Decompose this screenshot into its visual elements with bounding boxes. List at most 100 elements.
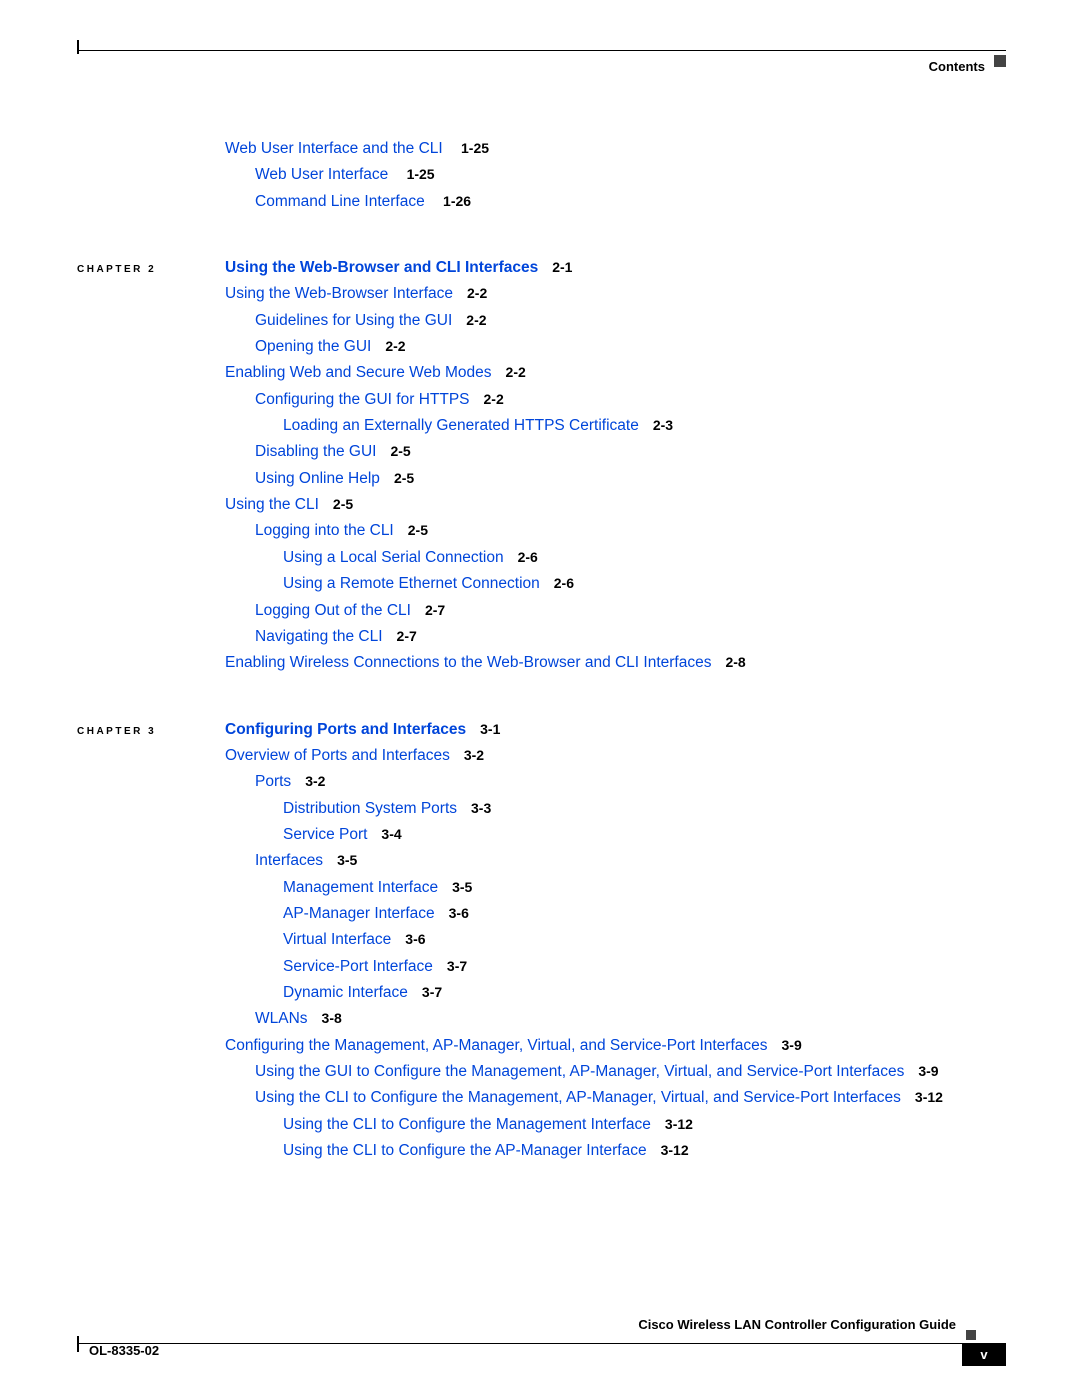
- toc-link[interactable]: Ports: [255, 773, 291, 790]
- toc-link[interactable]: Opening the GUI: [255, 338, 371, 355]
- toc-entry: Ports3-2: [255, 769, 1006, 795]
- page-ref: 2-2: [385, 338, 405, 354]
- page-ref: 1-25: [461, 140, 489, 156]
- toc-entry: Enabling Web and Secure Web Modes2-2: [225, 360, 1006, 386]
- toc-link[interactable]: Web User Interface: [255, 166, 388, 183]
- toc-entry: Using a Local Serial Connection 2-6: [283, 545, 1006, 571]
- chapter-heading-row: CHAPTER 3 Configuring Ports and Interfac…: [77, 717, 1006, 743]
- toc-entry: Web User Interface and the CLI 1-25: [225, 136, 1006, 162]
- toc-link[interactable]: Configuring the GUI for HTTPS: [255, 391, 470, 408]
- page-ref: 2-2: [484, 391, 504, 407]
- chapter-label: CHAPTER 2: [77, 261, 225, 278]
- toc-link[interactable]: Using the Web-Browser Interface: [225, 285, 453, 302]
- toc-link[interactable]: Using the CLI to Configure the Managemen…: [255, 1089, 901, 1106]
- toc-link[interactable]: Distribution System Ports: [283, 800, 457, 817]
- toc-link[interactable]: Dynamic Interface: [283, 984, 408, 1001]
- toc-link[interactable]: Overview of Ports and Interfaces: [225, 747, 450, 764]
- toc-entry: Logging into the CLI 2-5: [255, 518, 1006, 544]
- page-ref: 2-6: [518, 549, 538, 565]
- toc-entry: Configuring the Management, AP-Manager, …: [225, 1033, 1006, 1059]
- toc-link[interactable]: Disabling the GUI: [255, 443, 376, 460]
- page-ref: 3-8: [322, 1010, 342, 1026]
- toc-entry: Disabling the GUI 2-5: [255, 439, 1006, 465]
- page-ref: 3-12: [665, 1116, 693, 1132]
- document-page: Contents Web User Interface and the CLI …: [0, 0, 1080, 1397]
- toc-link[interactable]: Using Online Help: [255, 470, 380, 487]
- toc-link[interactable]: Logging into the CLI: [255, 522, 394, 539]
- toc-entry: Interfaces3-5: [255, 848, 1006, 874]
- page-ref: 3-6: [449, 905, 469, 921]
- toc-link[interactable]: Logging Out of the CLI: [255, 602, 411, 619]
- footer-tick: [77, 1336, 79, 1352]
- toc-link[interactable]: Using the CLI: [225, 496, 319, 513]
- toc-link[interactable]: Command Line Interface: [255, 193, 425, 210]
- page-ref: 1-25: [407, 166, 435, 182]
- page-ref: 3-9: [918, 1063, 938, 1079]
- toc-entry: Guidelines for Using the GUI 2-2: [255, 308, 1006, 334]
- page-ref: 2-7: [397, 628, 417, 644]
- toc-link[interactable]: Web User Interface and the CLI: [225, 140, 443, 157]
- toc-entry: Using the CLI to Configure the Managemen…: [283, 1112, 1006, 1138]
- toc-link[interactable]: Guidelines for Using the GUI: [255, 312, 452, 329]
- toc-link[interactable]: Interfaces: [255, 852, 323, 869]
- page-ref: 3-12: [915, 1089, 943, 1105]
- chapter-title-link[interactable]: Configuring Ports and Interfaces: [225, 717, 466, 743]
- page-ref: 2-6: [554, 575, 574, 591]
- page-ref: 2-5: [408, 522, 428, 538]
- chapter-title-link[interactable]: Using the Web-Browser and CLI Interfaces: [225, 255, 538, 281]
- page-ref: 2-8: [725, 654, 745, 670]
- toc-link[interactable]: Loading an Externally Generated HTTPS Ce…: [283, 417, 639, 434]
- footer-marker-icon: [966, 1330, 976, 1340]
- page-ref: 3-5: [452, 879, 472, 895]
- footer-doc-code: OL-8335-02: [89, 1340, 159, 1362]
- toc-entry: Management Interface 3-5: [283, 875, 1006, 901]
- toc-entry: Loading an Externally Generated HTTPS Ce…: [283, 413, 1006, 439]
- page-ref: 3-6: [405, 931, 425, 947]
- chapter-2-items: Using the Web-Browser Interface2-2Guidel…: [77, 281, 1006, 676]
- page-ref: 3-9: [782, 1037, 802, 1053]
- toc-link[interactable]: Using the CLI to Configure the Managemen…: [283, 1116, 651, 1133]
- toc-entry: Using Online Help 2-5: [255, 466, 1006, 492]
- toc-link[interactable]: Using a Local Serial Connection: [283, 549, 504, 566]
- page-ref: 3-7: [422, 984, 442, 1000]
- toc-entry: Enabling Wireless Connections to the Web…: [225, 650, 1006, 676]
- page-ref: 3-7: [447, 958, 467, 974]
- toc-link[interactable]: Using the CLI to Configure the AP-Manage…: [283, 1142, 647, 1159]
- toc-link[interactable]: Navigating the CLI: [255, 628, 383, 645]
- toc-entry: AP-Manager Interface 3-6: [283, 901, 1006, 927]
- toc-link[interactable]: Enabling Web and Secure Web Modes: [225, 364, 492, 381]
- page-ref: 2-1: [552, 256, 572, 280]
- toc-entry: Web User Interface 1-25: [255, 162, 1006, 188]
- toc-entry: Using the CLI 2-5: [225, 492, 1006, 518]
- toc-link[interactable]: Using a Remote Ethernet Connection: [283, 575, 540, 592]
- page-ref: 1-26: [443, 193, 471, 209]
- header-tick: [77, 40, 79, 54]
- toc-entry: Distribution System Ports 3-3: [283, 796, 1006, 822]
- header-marker-icon: [994, 55, 1006, 67]
- toc-link[interactable]: Configuring the Management, AP-Manager, …: [225, 1037, 768, 1054]
- page-ref: 3-3: [471, 800, 491, 816]
- toc-entry: Using the CLI to Configure the Managemen…: [255, 1085, 1006, 1111]
- header-section-label: Contents: [929, 56, 985, 78]
- toc-link[interactable]: Using the GUI to Configure the Managemen…: [255, 1063, 904, 1080]
- page-ref: 2-5: [390, 443, 410, 459]
- toc-link[interactable]: Virtual Interface: [283, 931, 391, 948]
- page-ref: 2-5: [394, 470, 414, 486]
- page-ref: 2-5: [333, 496, 353, 512]
- toc-entry: WLANs 3-8: [255, 1006, 1006, 1032]
- toc-link[interactable]: AP-Manager Interface: [283, 905, 435, 922]
- toc-link[interactable]: Enabling Wireless Connections to the Web…: [225, 654, 711, 671]
- toc-entry: Command Line Interface 1-26: [255, 189, 1006, 215]
- page-number-box: v: [962, 1344, 1006, 1366]
- footer-rule: [77, 1343, 1006, 1344]
- page-ref: 3-1: [480, 718, 500, 742]
- header-rule: [77, 50, 1006, 51]
- chapter-label: CHAPTER 3: [77, 723, 225, 740]
- toc-link[interactable]: Service-Port Interface: [283, 958, 433, 975]
- toc-entry: Using the GUI to Configure the Managemen…: [255, 1059, 1006, 1085]
- toc-link[interactable]: WLANs: [255, 1010, 308, 1027]
- toc-entry: Using a Remote Ethernet Connection 2-6: [283, 571, 1006, 597]
- page-ref: 2-2: [466, 312, 486, 328]
- toc-link[interactable]: Management Interface: [283, 879, 438, 896]
- toc-link[interactable]: Service Port: [283, 826, 367, 843]
